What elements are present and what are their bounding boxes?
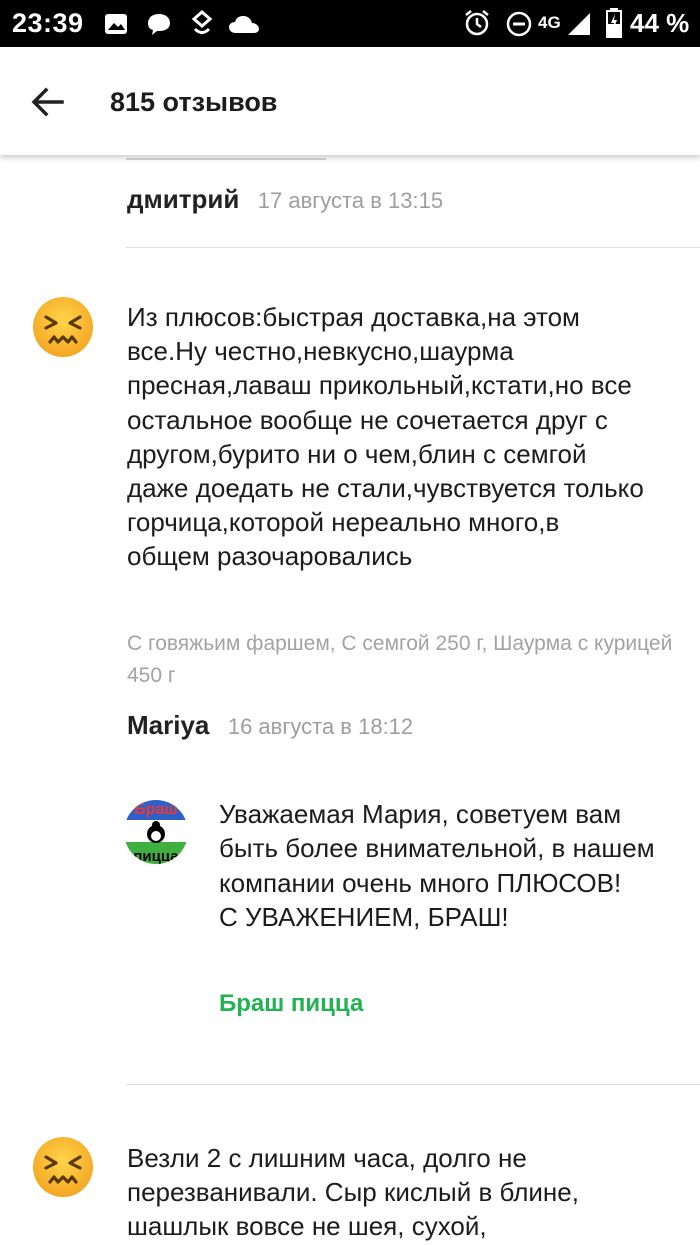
arrow-left-icon [31,87,64,117]
ordered-products: С говяжьим фаршем, С семгой 250 г, Шаурм… [127,632,673,687]
battery-charging-icon [606,8,622,38]
status-time: 23:39 [12,8,84,38]
chat-icon [148,14,170,35]
confounded-face-icon [33,1137,93,1197]
signal-icon [568,13,590,35]
logo-text-top: Браш [134,801,178,818]
previous-review-author-row: дмитрий 17 августа в 13:15 [127,184,443,215]
divider [126,1084,700,1085]
delivery-app-icon [191,10,213,34]
image-icon [105,14,127,34]
reply-text: Уважаемая Мария, советуем вам быть более… [219,799,655,932]
do-not-disturb-icon [506,11,532,37]
review-author-row: Mariya 16 августа в 18:12 [127,710,413,741]
reply-author-link[interactable]: Браш пицца [219,990,363,1018]
restaurant-logo: Браш пицца [124,800,188,864]
review-date: 16 августа в 18:12 [227,714,414,739]
network-type: 4G [538,13,561,32]
review-text: Везли 2 с лишним часа, долго не перезван… [127,1143,579,1242]
confounded-face-icon [33,297,93,357]
battery-level: 44 % [630,8,690,38]
alarm-icon [465,10,489,36]
page-title: 815 отзывов [110,87,278,117]
review-date: 17 августа в 13:15 [257,188,444,213]
review-author: дмитрий [127,184,240,214]
divider [126,247,700,248]
review-author: Mariya [127,710,210,740]
status-bar: 23:39 4G 44 % [0,0,700,47]
back-button[interactable] [28,82,68,122]
logo-text-bottom: пицца [133,848,179,864]
review-text: Из плюсов:быстрая доставка,на этом все.Н… [127,302,644,572]
cloud-icon [229,16,259,33]
app-bar: 815 отзывов [0,47,700,155]
